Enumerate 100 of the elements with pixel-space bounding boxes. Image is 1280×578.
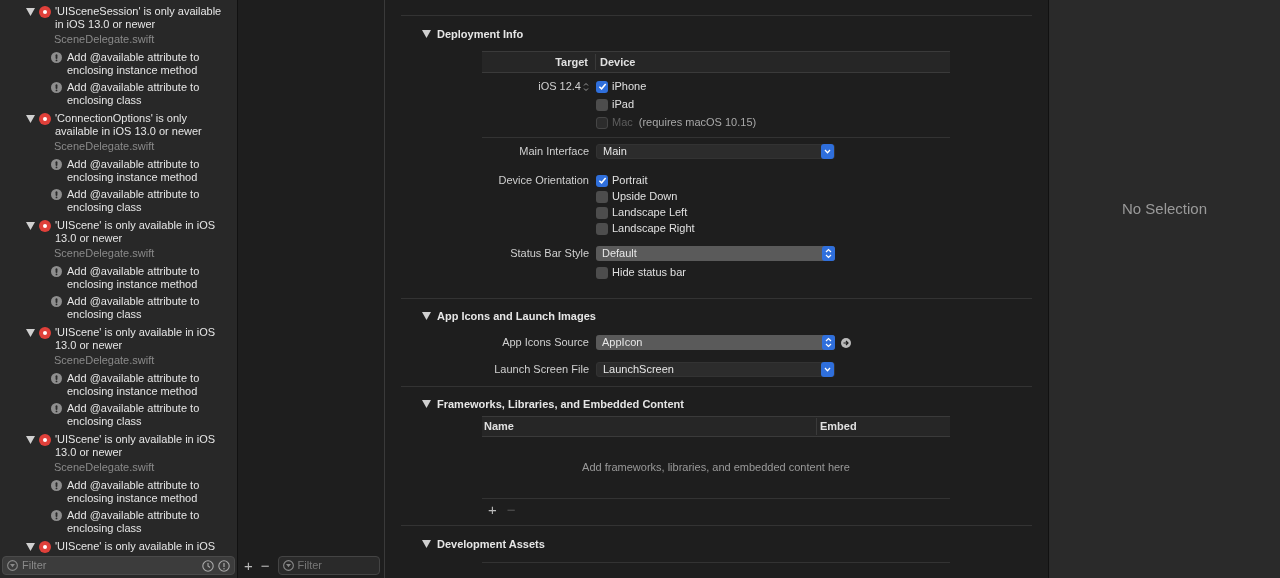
fixit-title[interactable]: Add @available attribute to enclosing class xyxy=(67,188,229,213)
disclosure-triangle-icon[interactable] xyxy=(26,329,35,337)
issue-file: SceneDelegate.swift xyxy=(53,33,155,46)
disclosure-triangle-icon[interactable] xyxy=(422,312,431,320)
error-icon xyxy=(39,6,51,18)
fixit-icon xyxy=(51,403,62,414)
remove-button[interactable]: − xyxy=(260,558,270,573)
column-header: Embed xyxy=(819,419,857,435)
disclosure-triangle-icon[interactable] xyxy=(422,30,431,38)
error-icon xyxy=(39,327,51,339)
disclosure-triangle-icon[interactable] xyxy=(26,436,35,444)
issue-file: SceneDelegate.swift xyxy=(53,354,155,367)
filter-input[interactable]: Filter xyxy=(297,557,375,574)
fixit-icon xyxy=(51,159,62,170)
checkbox[interactable] xyxy=(596,266,608,279)
checkbox[interactable] xyxy=(596,98,608,111)
add-button[interactable]: + xyxy=(488,501,497,517)
popup-button[interactable]: AppIcon xyxy=(596,335,835,350)
filter-icon xyxy=(282,560,294,571)
filter-input[interactable]: Filter xyxy=(22,557,198,574)
combo-box[interactable]: Main xyxy=(596,144,835,159)
issue-file: SceneDelegate.swift xyxy=(53,140,155,153)
chevron-down-icon xyxy=(821,362,834,377)
disclosure-triangle-icon[interactable] xyxy=(422,400,431,408)
field-label: Main Interface xyxy=(518,144,590,159)
checkbox[interactable] xyxy=(596,222,608,235)
empty-table-message: Add frameworks, libraries, and embedded content here xyxy=(582,460,850,476)
disclosure-triangle-icon[interactable] xyxy=(422,540,431,548)
issue-title[interactable]: 'ConnectionOptions' is only available in iOS 13.0 or newer xyxy=(55,112,229,138)
checkbox-label: Landscape Left xyxy=(612,205,688,221)
fixit-title[interactable]: Add @available attribute to enclosing class xyxy=(67,402,229,427)
section-title: Development Assets xyxy=(437,537,545,551)
fixit-title[interactable]: Add @available attribute to enclosing class xyxy=(67,509,229,534)
popup-button[interactable]: Default xyxy=(596,246,835,261)
fixit-title[interactable]: Add @available attribute to enclosing instance method xyxy=(67,265,229,290)
issue-title[interactable]: 'UIScene' is only available in iOS 13.0 or newer xyxy=(55,433,229,459)
empty-inspector-message: No Selection xyxy=(1121,199,1208,219)
section-title: Deployment Info xyxy=(437,27,524,41)
section-title: Frameworks, Libraries, and Embedded Content xyxy=(437,397,684,411)
deployment-target-stepper[interactable]: iOS 12.4 xyxy=(538,79,589,94)
column-header: Device xyxy=(599,54,636,70)
checkbox[interactable] xyxy=(596,190,608,203)
error-icon xyxy=(39,220,51,232)
field-label: Status Bar Style xyxy=(509,246,590,261)
fixit-title[interactable]: Add @available attribute to enclosing class xyxy=(67,81,229,106)
disclosure-triangle-icon[interactable] xyxy=(26,8,35,16)
device-note: (requires macOS 10.15) xyxy=(638,115,757,131)
fixit-icon xyxy=(51,510,62,521)
checkbox[interactable] xyxy=(596,174,608,187)
fixit-title[interactable]: Add @available attribute to enclosing instance method xyxy=(67,51,229,76)
issue-file: SceneDelegate.swift xyxy=(53,461,155,474)
checkbox-label: Portrait xyxy=(612,173,648,189)
disclosure-triangle-icon[interactable] xyxy=(26,222,35,230)
fixit-icon xyxy=(51,373,62,384)
column-header: Target xyxy=(482,53,596,71)
checkbox[interactable] xyxy=(596,206,608,219)
error-icon xyxy=(39,541,51,553)
filter-field[interactable]: Filter xyxy=(277,556,380,575)
updown-chevron-icon xyxy=(822,246,835,261)
checkbox-label: iPhone xyxy=(612,79,647,95)
add-button[interactable]: + xyxy=(244,558,253,573)
field-label: App Icons Source xyxy=(501,335,590,350)
section-title: App Icons and Launch Images xyxy=(437,309,596,323)
fixit-title[interactable]: Add @available attribute to enclosing class xyxy=(67,295,229,320)
issue-title[interactable]: 'UIScene' is only available in iOS xyxy=(55,540,216,553)
arrow-circle-icon[interactable] xyxy=(841,337,851,348)
issue-file: SceneDelegate.swift xyxy=(53,247,155,260)
issue-title[interactable]: 'UIScene' is only available in iOS 13.0 or newer xyxy=(55,219,229,245)
clock-icon[interactable] xyxy=(202,559,214,572)
fixit-icon xyxy=(51,189,62,200)
field-label: Device Orientation xyxy=(497,173,590,188)
field-label: Launch Screen File xyxy=(493,362,590,377)
checkbox-label: iPad xyxy=(612,97,635,113)
issue-title[interactable]: 'UIScene' is only available in iOS 13.0 or newer xyxy=(55,326,229,352)
combo-box[interactable]: LaunchScreen xyxy=(596,362,835,377)
fixit-icon xyxy=(51,52,62,63)
warning-filter-icon[interactable] xyxy=(218,559,230,572)
fixit-icon xyxy=(51,480,62,491)
fixit-icon xyxy=(51,82,62,93)
disclosure-triangle-icon[interactable] xyxy=(26,115,35,123)
filter-icon xyxy=(7,560,18,571)
checkbox-label: Landscape Right xyxy=(612,221,695,237)
fixit-icon xyxy=(51,266,62,277)
updown-chevron-icon xyxy=(822,335,835,350)
checkbox[interactable] xyxy=(596,80,608,93)
issue-title[interactable]: 'UISceneSession' is only available in iOS 13.0 or newer xyxy=(55,5,229,31)
fixit-title[interactable]: Add @available attribute to enclosing instance method xyxy=(67,372,229,397)
column-header: Name xyxy=(482,418,817,435)
error-icon xyxy=(39,434,51,446)
checkbox-label: Hide status bar xyxy=(612,265,686,281)
checkbox-label: Mac xyxy=(612,115,633,131)
updown-chevron-icon xyxy=(583,81,589,92)
chevron-down-icon xyxy=(821,144,834,159)
checkbox-label: Upside Down xyxy=(612,189,678,205)
disclosure-triangle-icon[interactable] xyxy=(26,543,35,551)
filter-field[interactable]: Filter xyxy=(2,556,235,575)
error-icon xyxy=(39,113,51,125)
fixit-title[interactable]: Add @available attribute to enclosing instance method xyxy=(67,479,229,504)
fixit-icon xyxy=(51,296,62,307)
fixit-title[interactable]: Add @available attribute to enclosing instance method xyxy=(67,158,229,183)
